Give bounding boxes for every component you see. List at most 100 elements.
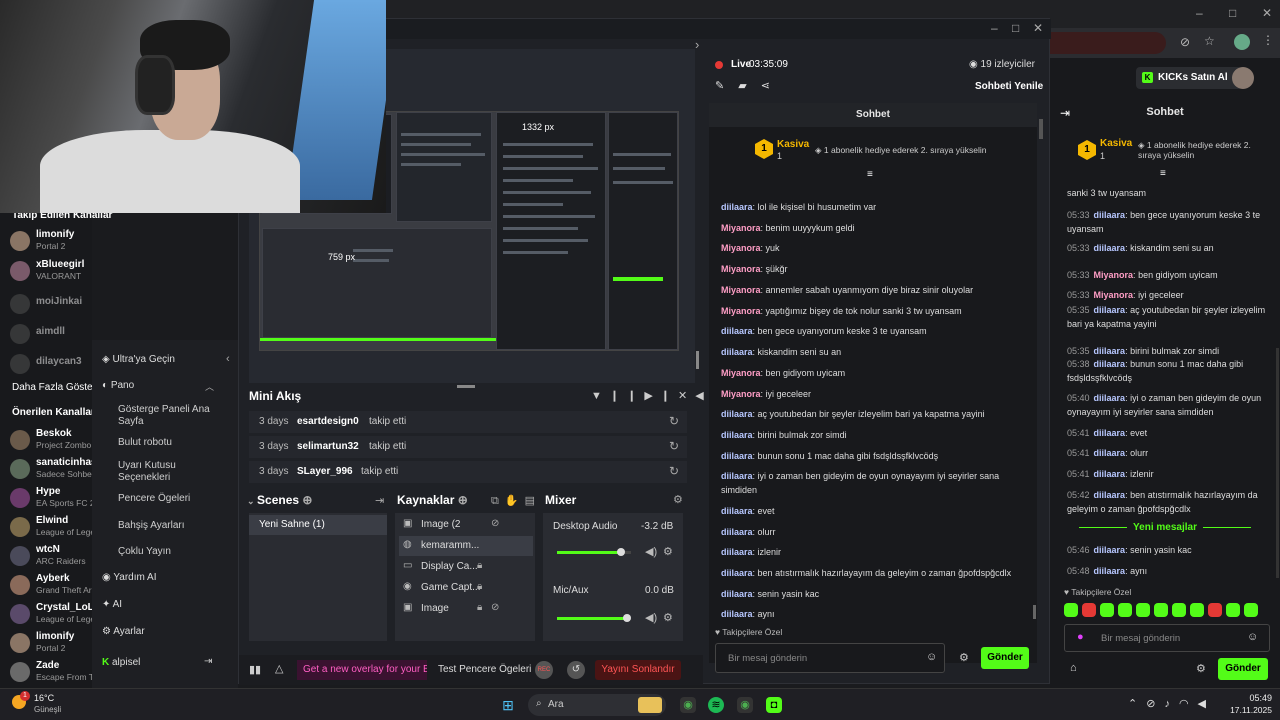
menu-sub-widgets[interactable]: Pencere Ögeleri xyxy=(118,493,228,505)
add-scene-icon[interactable]: ⊕ xyxy=(302,493,312,507)
obs-minimize-icon[interactable]: – xyxy=(991,21,998,35)
emote-icon[interactable] xyxy=(1172,603,1186,617)
mic-icon[interactable]: ♪ xyxy=(1164,698,1179,710)
pause-icon[interactable]: ❙❙ xyxy=(610,390,644,402)
followed-channel[interactable]: xBlueegirl VALORANT xyxy=(10,259,100,285)
pinned-toggle-icon[interactable]: ≡ xyxy=(867,169,873,180)
clip-icon[interactable]: ▰ xyxy=(738,80,760,92)
menu-dots-icon[interactable]: ⋮ xyxy=(1262,33,1274,47)
chat-username[interactable]: diilaara xyxy=(1094,393,1126,403)
source-item[interactable]: ▣ Image (2 ⊘ xyxy=(399,515,537,535)
wifi-icon[interactable]: ◠ xyxy=(1179,698,1198,710)
suggested-channel[interactable]: Ayberk Grand Theft Ar xyxy=(10,573,100,599)
star-icon[interactable]: ☆ xyxy=(1204,34,1215,48)
replay-icon[interactable]: ↻ xyxy=(669,439,679,453)
suggested-channel[interactable]: limonify Portal 2 xyxy=(10,631,100,657)
chat-username[interactable]: diilaara xyxy=(1094,448,1126,458)
chat-username[interactable]: Miyanora xyxy=(1094,290,1134,300)
network-off-icon[interactable]: ⊘ xyxy=(1146,698,1164,710)
minimize-icon[interactable]: – xyxy=(1196,6,1203,20)
chat-username[interactable]: diilaara xyxy=(721,527,753,537)
channel-settings-icon[interactable]: ⚙ xyxy=(663,545,673,558)
menu-sub-multistream[interactable]: Çoklu Yayın xyxy=(118,546,228,558)
chat-username[interactable]: diilaara xyxy=(1094,346,1126,356)
chat-username[interactable]: diilaara xyxy=(721,409,753,419)
copy-icon[interactable]: ⧉ xyxy=(491,495,505,507)
menu-sub-dashboard-home[interactable]: Gösterge Paneli Ana Sayfa xyxy=(118,404,228,428)
settings-item[interactable]: ⚙ Ayarlar xyxy=(102,626,145,637)
replay-buffer-icon[interactable]: ↺ xyxy=(567,661,585,679)
send-button[interactable]: Gönder xyxy=(1218,658,1268,680)
ai-item[interactable]: ✦ AI xyxy=(102,599,122,610)
chevron-down-icon[interactable]: ⌄ xyxy=(247,496,257,506)
scene-transition-icon[interactable]: ⇥ xyxy=(375,494,384,507)
refresh-chat-button[interactable]: Sohbeti Yenile xyxy=(975,81,1043,92)
mixer-settings-icon[interactable]: ⚙ xyxy=(673,493,683,506)
spotify-icon[interactable]: ≋ xyxy=(708,697,724,713)
chat-username[interactable]: Miyanora xyxy=(721,285,761,295)
visibility-off-icon[interactable]: ⊘ xyxy=(491,602,499,613)
emote-icon[interactable] xyxy=(1190,603,1204,617)
chevron-up-icon[interactable]: ︿ xyxy=(205,380,214,393)
obs-close-icon[interactable]: ✕ xyxy=(1033,21,1043,35)
chrome-icon[interactable]: ◉ xyxy=(737,697,753,713)
chat-input[interactable]: ● Bir mesaj gönderin ☺ xyxy=(1064,624,1270,652)
emote-icon[interactable] xyxy=(1244,603,1258,617)
suggested-channel[interactable]: Elwind League of Lege xyxy=(10,515,100,541)
speaker-icon[interactable]: ◀) xyxy=(645,545,657,558)
chat-username[interactable]: Miyanora xyxy=(1094,270,1134,280)
emote-icon[interactable] xyxy=(1064,603,1078,617)
emote-icon[interactable] xyxy=(1208,603,1222,617)
upgrade-ultra-item[interactable]: ◈ Ultra'ya Geçin xyxy=(102,354,175,365)
chat-username[interactable]: diilaara xyxy=(721,471,753,481)
resize-handle[interactable] xyxy=(457,385,475,388)
filter-icon[interactable]: ▼ xyxy=(591,390,610,402)
user-item[interactable]: K alpisel xyxy=(102,657,140,668)
followed-channel[interactable]: aimdll xyxy=(10,322,100,348)
followed-channel[interactable]: dilaycan3 xyxy=(10,352,100,378)
emote-icon[interactable] xyxy=(1082,603,1096,617)
stats-icon[interactable]: ▮▮ xyxy=(249,663,261,676)
chat-username[interactable]: diilaara xyxy=(721,202,753,212)
emoji-icon[interactable]: ☺ xyxy=(926,651,937,663)
window-scrollbar[interactable] xyxy=(1039,119,1043,139)
eye-off-icon[interactable]: ⊘ xyxy=(1180,35,1190,49)
source-item[interactable]: ◉ Game Capt... 🔒︎ xyxy=(399,578,537,598)
suggested-channel[interactable]: sanaticinhas Sadece Sohbe xyxy=(10,457,100,483)
chat-username[interactable]: diilaara xyxy=(721,609,753,619)
skip-icon[interactable]: ▶❙ xyxy=(644,390,678,402)
filter-mic-icon[interactable]: ✋ xyxy=(505,495,525,507)
profile-avatar[interactable] xyxy=(1234,34,1250,50)
chat-username[interactable]: diilaara xyxy=(1094,305,1126,315)
emote-icon[interactable] xyxy=(1118,603,1132,617)
taskbar-search[interactable]: ⌕ Ara xyxy=(528,694,666,716)
chat-username[interactable]: diilaara xyxy=(721,568,753,578)
speaker-icon[interactable]: ◀) xyxy=(645,611,657,624)
suggested-channel[interactable]: Crystal_LoL League of Lege xyxy=(10,602,100,628)
chat-username[interactable]: diilaara xyxy=(721,547,753,557)
chat-settings-icon[interactable]: ⚙ xyxy=(1196,662,1206,675)
collapse-chevron-icon[interactable]: ‹ xyxy=(226,353,230,365)
test-widgets-button[interactable]: Test Pencere Ögeleri xyxy=(438,664,531,675)
volume-track[interactable] xyxy=(557,548,631,556)
menu-sub-alert-box[interactable]: Uyarı Kutusu Seçenekleri xyxy=(118,460,228,484)
followed-channel[interactable]: limonify Portal 2 xyxy=(10,229,100,255)
visibility-off-icon[interactable]: ⊘ xyxy=(491,518,499,529)
pinned-toggle-icon[interactable]: ≡ xyxy=(1160,168,1166,179)
chat-username[interactable]: diilaara xyxy=(1094,566,1126,576)
emoji-icon[interactable]: ☺ xyxy=(1247,631,1258,643)
chat-username[interactable]: diilaara xyxy=(721,430,753,440)
resize-handle[interactable] xyxy=(696,351,699,369)
suggested-channel[interactable]: Hype EA Sports FC 2 xyxy=(10,486,100,512)
chrome-icon[interactable]: ◉ xyxy=(680,697,696,713)
suggested-channel[interactable]: Beskok Project Zombo xyxy=(10,428,100,454)
source-item[interactable]: ▭ Display Ca... 🔒︎ xyxy=(399,557,537,577)
chat-username[interactable]: diilaara xyxy=(1094,243,1126,253)
chat-scrollbar[interactable] xyxy=(1033,605,1036,619)
scene-item[interactable]: Yeni Sahne (1) xyxy=(249,515,387,535)
chat-username[interactable]: Miyanora xyxy=(721,306,761,316)
clock-date[interactable]: 17.11.2025 xyxy=(1220,705,1272,715)
chat-username[interactable]: diilaara xyxy=(721,589,753,599)
help-ai-item[interactable]: ◉ Yardım AI xyxy=(102,572,157,583)
edit-icon[interactable]: ✎ xyxy=(715,80,738,92)
